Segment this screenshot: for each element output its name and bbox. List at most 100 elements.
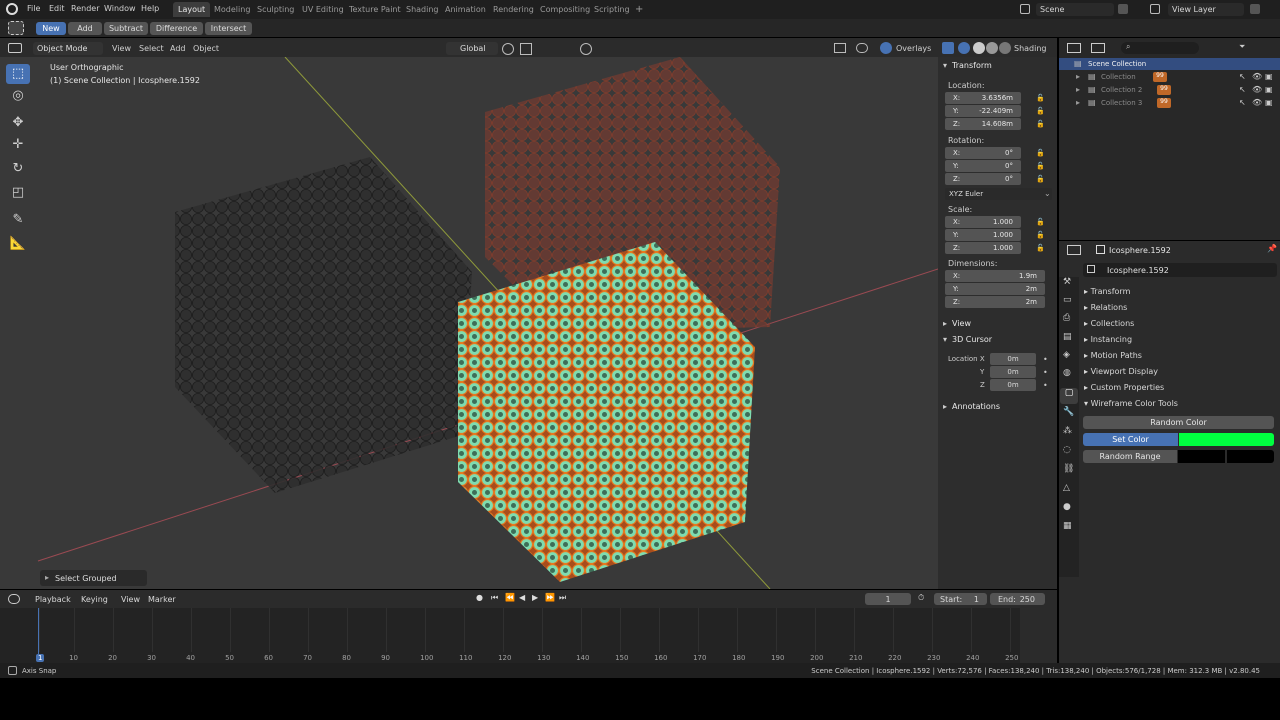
- tab-modeling[interactable]: Modeling: [209, 2, 255, 17]
- eye-icon[interactable]: 👁: [1252, 98, 1262, 107]
- wireframe-shading-icon[interactable]: [958, 42, 970, 54]
- tab-uv-editing[interactable]: UV Editing: [297, 2, 349, 17]
- annotate-tool-icon[interactable]: ✎: [6, 210, 30, 230]
- camera-icon[interactable]: ▣: [1265, 72, 1273, 81]
- overlays-dropdown[interactable]: Overlays: [896, 44, 931, 53]
- viewport-scene[interactable]: [0, 57, 938, 589]
- menu-window[interactable]: Window: [104, 4, 136, 13]
- constraints-tab-icon[interactable]: ⛓: [1063, 464, 1074, 474]
- viewport-menu-add[interactable]: Add: [170, 44, 186, 53]
- section-wireframe-color-tools[interactable]: ▾ Wireframe Color Tools: [1084, 399, 1178, 408]
- pin-icon[interactable]: 📌: [1267, 244, 1277, 253]
- eye-icon[interactable]: 👁: [1252, 72, 1262, 81]
- tab-scripting[interactable]: Scripting: [589, 2, 635, 17]
- viewport-menu-object[interactable]: Object: [193, 44, 219, 53]
- lock-icon[interactable]: 🔓: [1036, 175, 1045, 183]
- menu-edit[interactable]: Edit: [49, 4, 65, 13]
- dimensions-y-field[interactable]: Y: 2m: [945, 283, 1045, 295]
- orientation-dropdown[interactable]: Global: [446, 42, 498, 55]
- start-frame-field[interactable]: Start: 1: [934, 593, 987, 605]
- set-color-button[interactable]: Set Color: [1083, 433, 1178, 446]
- texture-tab-icon[interactable]: ▦: [1063, 521, 1072, 531]
- scale-x-field[interactable]: X: 1.000: [945, 216, 1021, 228]
- outliner-editor-icon[interactable]: [1067, 43, 1081, 53]
- next-keyframe-icon[interactable]: ⏩: [545, 593, 555, 602]
- lock-icon[interactable]: 🔓: [1036, 231, 1045, 239]
- object-tab-icon[interactable]: ▢: [1060, 388, 1078, 404]
- lock-icon[interactable]: 🔓: [1036, 107, 1045, 115]
- keyframe-dot-icon[interactable]: •: [1043, 381, 1048, 390]
- scene-browse-icon[interactable]: [1118, 4, 1128, 14]
- scale-y-field[interactable]: Y: 1.000: [945, 229, 1021, 241]
- chevron-down-icon[interactable]: ▾: [943, 61, 947, 70]
- overlays-icon[interactable]: [880, 42, 892, 54]
- tab-sculpting[interactable]: Sculpting: [252, 2, 299, 17]
- section-custom-properties[interactable]: ▸ Custom Properties: [1084, 383, 1164, 392]
- lock-icon[interactable]: 🔓: [1036, 149, 1045, 157]
- object-name-field[interactable]: Icosphere.1592: [1083, 263, 1277, 277]
- filter-icon[interactable]: ⏷: [1239, 42, 1245, 52]
- data-tab-icon[interactable]: △: [1063, 483, 1070, 493]
- view-layer-browse-icon[interactable]: [1250, 4, 1260, 14]
- select-arrow-icon[interactable]: ↖: [1239, 85, 1246, 94]
- play-reverse-icon[interactable]: ◀: [519, 593, 525, 602]
- eye-icon[interactable]: 👁: [1252, 85, 1262, 94]
- gizmo-icon[interactable]: [856, 43, 868, 53]
- random-color-button[interactable]: Random Color: [1083, 416, 1274, 429]
- rotate-tool-icon[interactable]: ↻: [6, 159, 30, 179]
- menu-render[interactable]: Render: [71, 4, 99, 13]
- lock-icon[interactable]: 🔓: [1036, 244, 1045, 252]
- visibility-filter-icon[interactable]: [834, 43, 846, 53]
- annotations-panel-title[interactable]: Annotations: [952, 402, 1000, 411]
- outliner-row-collection[interactable]: ▸ ▤ Collection 99 ↖ 👁 ▣: [1059, 71, 1280, 83]
- chevron-right-icon[interactable]: ▸: [943, 402, 947, 411]
- viewport-menu-select[interactable]: Select: [139, 44, 164, 53]
- section-collections[interactable]: ▸ Collections: [1084, 319, 1134, 328]
- pivot-icon[interactable]: [502, 43, 514, 55]
- editor-type-icon[interactable]: [8, 43, 22, 53]
- last-operator-panel[interactable]: ▸ Select Grouped: [40, 570, 147, 586]
- chevron-right-icon[interactable]: ▸: [943, 319, 947, 328]
- physics-tab-icon[interactable]: ◌: [1063, 445, 1071, 455]
- move-tool-icon[interactable]: ✥: [6, 113, 30, 133]
- outliner-row-collection-2[interactable]: ▸ ▤ Collection 2 99 ↖ 👁 ▣: [1059, 84, 1280, 96]
- outliner-search-field[interactable]: [1121, 42, 1199, 54]
- location-y-field[interactable]: Y: -22.409m: [945, 105, 1021, 117]
- rotation-z-field[interactable]: Z: 0°: [945, 173, 1021, 185]
- preview-range-icon[interactable]: ⏱: [918, 593, 924, 603]
- location-z-field[interactable]: Z: 14.608m: [945, 118, 1021, 130]
- output-tab-icon[interactable]: ⎙: [1063, 313, 1070, 323]
- proportional-edit-icon[interactable]: [580, 43, 592, 55]
- cursor-tool-icon[interactable]: ◎: [6, 86, 30, 106]
- prev-keyframe-icon[interactable]: ⏪: [505, 593, 515, 602]
- tool-tab-icon[interactable]: ⚒: [1063, 277, 1071, 287]
- timeline-editor-icon[interactable]: [8, 594, 20, 604]
- material-shading-icon[interactable]: [986, 42, 998, 54]
- mode-subtract-button[interactable]: Subtract: [104, 22, 148, 35]
- dimensions-z-field[interactable]: Z: 2m: [945, 296, 1045, 308]
- mode-new-button[interactable]: New: [36, 22, 66, 35]
- select-box-icon[interactable]: [8, 21, 24, 35]
- select-arrow-icon[interactable]: ↖: [1239, 72, 1246, 81]
- chevron-down-icon[interactable]: ▾: [943, 335, 947, 344]
- outliner-row-scene-collection[interactable]: ▤ Scene Collection: [1059, 58, 1280, 70]
- timeline-view-menu[interactable]: View: [121, 595, 140, 604]
- tab-layout[interactable]: Layout: [173, 2, 211, 17]
- select-arrow-icon[interactable]: ↖: [1239, 98, 1246, 107]
- 3d-viewport[interactable]: User Orthographic (1) Scene Collection |…: [0, 57, 938, 589]
- marker-menu[interactable]: Marker: [148, 595, 176, 604]
- tab-rendering[interactable]: Rendering: [488, 2, 539, 17]
- lock-icon[interactable]: 🔓: [1036, 218, 1045, 226]
- mode-add-button[interactable]: Add: [68, 22, 102, 35]
- tab-compositing[interactable]: Compositing: [535, 2, 595, 17]
- end-frame-field[interactable]: End: 250: [990, 593, 1045, 605]
- cursor-y-field[interactable]: 0m: [990, 366, 1036, 378]
- measure-tool-icon[interactable]: 📐: [6, 234, 30, 254]
- scene-tab-icon[interactable]: ◈: [1063, 350, 1070, 360]
- keying-menu[interactable]: Keying: [81, 595, 108, 604]
- playback-menu[interactable]: Playback: [35, 595, 71, 604]
- jump-end-icon[interactable]: ⏭: [559, 593, 566, 603]
- mode-difference-button[interactable]: Difference: [150, 22, 203, 35]
- record-icon[interactable]: ●: [476, 593, 483, 602]
- random-range-max-swatch[interactable]: [1227, 450, 1274, 463]
